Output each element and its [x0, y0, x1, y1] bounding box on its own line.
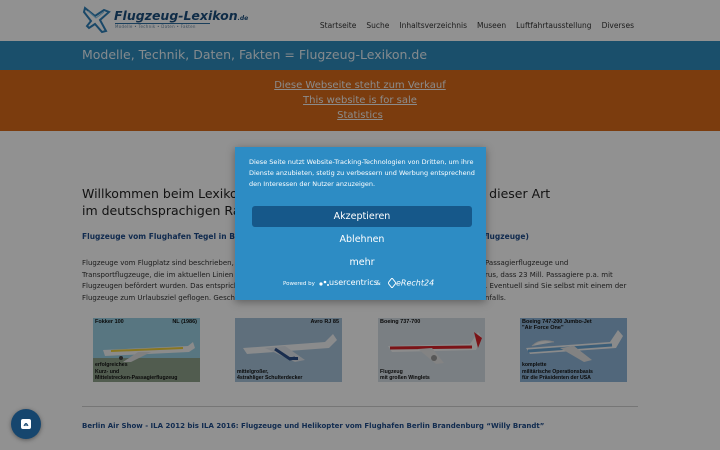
cookie-consent-dialog: Diese Seite nutzt Website-Tracking-Techn…: [235, 147, 486, 300]
ampersand: &: [376, 280, 381, 287]
erecht24-logo[interactable]: eRecht24: [387, 277, 434, 289]
usercentrics-logo[interactable]: usercentrics: [319, 278, 378, 287]
privacy-settings-button[interactable]: [11, 409, 41, 439]
erecht-mark-icon: [387, 277, 397, 289]
more-button[interactable]: mehr: [252, 253, 472, 273]
accept-button[interactable]: Akzeptieren: [252, 206, 472, 227]
fingerprint-icon: [21, 419, 31, 429]
powered-by-label: Powered by: [283, 281, 315, 287]
usercentrics-dots-icon: [319, 280, 329, 286]
consent-text: Diese Seite nutzt Website-Tracking-Techn…: [249, 158, 475, 189]
deny-button[interactable]: Ablehnen: [252, 230, 472, 250]
